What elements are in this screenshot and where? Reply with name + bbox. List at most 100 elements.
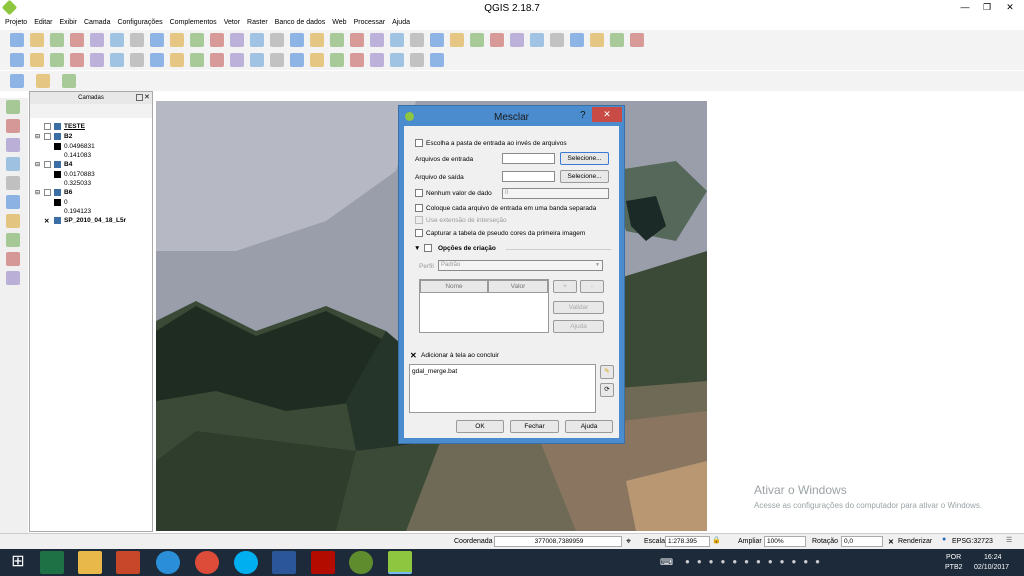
map-tool-icon[interactable] [550,33,564,47]
menu-editar[interactable]: Editar [34,19,52,26]
tray-icons[interactable]: ●●●●●●●●●●●● [685,557,827,566]
add-layer-icon[interactable] [6,138,20,152]
folder-input-checkbox[interactable] [415,139,423,147]
edit-tool-icon[interactable] [190,53,204,67]
add-layer-icon[interactable] [6,119,20,133]
plugin-tool-icon[interactable] [62,74,76,88]
edit-tool-icon[interactable] [210,53,224,67]
layer-name-teste[interactable]: TESTE [64,123,85,130]
add-layer-icon[interactable] [6,233,20,247]
output-file-field[interactable] [502,171,555,182]
expand-icon[interactable]: ⊟ [35,161,40,168]
map-tool-icon[interactable] [490,33,504,47]
excel-icon[interactable] [40,551,64,574]
menu-complementos[interactable]: Complementos [170,19,217,26]
lock-icon[interactable]: 🔒 [712,536,721,544]
map-tool-icon[interactable] [250,33,264,47]
clock-time[interactable]: 16:24 [984,554,1002,561]
layer-name-b6[interactable]: B6 [64,189,72,196]
menu-projeto[interactable]: Projeto [5,19,27,26]
edit-tool-icon[interactable] [290,53,304,67]
map-tool-icon[interactable] [530,33,544,47]
map-tool-icon[interactable] [150,33,164,47]
layer-checked-mark[interactable]: ✕ [44,217,49,225]
map-tool-icon[interactable] [30,33,44,47]
start-windows-icon[interactable]: ⊞ [6,551,30,574]
coordinate-toggle-icon[interactable]: ⌖ [626,536,631,547]
render-check[interactable]: ✕ [888,538,894,546]
ok-button[interactable]: OK [456,420,504,433]
chrome-icon[interactable] [195,551,219,574]
map-tool-icon[interactable] [430,33,444,47]
output-select-button[interactable]: Selecione... [560,170,609,183]
nodata-checkbox[interactable] [415,189,423,197]
close-dialog-button[interactable]: Fechar [510,420,559,433]
map-tool-icon[interactable] [350,33,364,47]
add-to-canvas-check[interactable]: ✕ [410,351,417,360]
edit-tool-icon[interactable] [130,53,144,67]
edit-tool-icon[interactable] [70,53,84,67]
expand-icon[interactable]: ⊟ [35,189,40,196]
map-tool-icon[interactable] [630,33,644,47]
menu-raster[interactable]: Raster [247,19,268,26]
crs-globe-icon[interactable]: ● [942,536,946,543]
input-select-button[interactable]: Selecione... [560,152,609,165]
menu-configuracoes[interactable]: Configurações [117,19,162,26]
skype-icon[interactable] [234,551,258,574]
edit-tool-icon[interactable] [250,53,264,67]
map-tool-icon[interactable] [70,33,84,47]
edit-tool-icon[interactable] [170,53,184,67]
menu-ajuda[interactable]: Ajuda [392,19,410,26]
creation-options-checkbox[interactable] [424,244,432,252]
menu-processar[interactable]: Processar [354,19,386,26]
edit-command-button[interactable]: ✎ [600,365,614,379]
map-tool-icon[interactable] [270,33,284,47]
acrobat-icon[interactable] [311,551,335,574]
input-files-field[interactable] [502,153,555,164]
edit-tool-icon[interactable] [410,53,424,67]
layer-name-b2[interactable]: B2 [64,133,72,140]
map-tool-icon[interactable] [310,33,324,47]
edit-tool-icon[interactable] [110,53,124,67]
minimize-button[interactable]: — [954,0,976,14]
plugin-tool-icon[interactable] [36,74,50,88]
plugin-tool-icon[interactable] [10,74,24,88]
edit-tool-icon[interactable] [270,53,284,67]
dialog-close-button[interactable]: ✕ [592,107,622,122]
internet-explorer-icon[interactable] [156,551,180,574]
map-tool-icon[interactable] [330,33,344,47]
separate-bands-checkbox[interactable] [415,204,423,212]
edit-tool-icon[interactable] [50,53,64,67]
add-layer-icon[interactable] [6,252,20,266]
add-layer-icon[interactable] [6,195,20,209]
map-tool-icon[interactable] [510,33,524,47]
menu-web[interactable]: Web [332,19,346,26]
edit-tool-icon[interactable] [350,53,364,67]
add-layer-icon[interactable] [6,157,20,171]
nodata-spinbox[interactable]: 0 [502,188,609,199]
reset-command-button[interactable]: ⟳ [600,383,614,397]
edit-tool-icon[interactable] [30,53,44,67]
edit-tool-icon[interactable] [430,53,444,67]
file-explorer-icon[interactable] [78,551,102,574]
collapse-arrow-icon[interactable]: ▼ [414,245,420,252]
map-tool-icon[interactable] [50,33,64,47]
map-tool-icon[interactable] [190,33,204,47]
menu-camada[interactable]: Camada [84,19,110,26]
add-layer-icon[interactable] [6,176,20,190]
scale-field[interactable]: 1:278.395 [665,536,710,547]
edit-tool-icon[interactable] [90,53,104,67]
layer-checkbox[interactable] [44,123,51,130]
edit-tool-icon[interactable] [230,53,244,67]
menu-vetor[interactable]: Vetor [224,19,240,26]
map-tool-icon[interactable] [130,33,144,47]
map-tool-icon[interactable] [170,33,184,47]
messages-icon[interactable]: ☰ [1006,536,1012,544]
add-layer-icon[interactable] [6,271,20,285]
layer-name-b4[interactable]: B4 [64,161,72,168]
edit-tool-icon[interactable] [10,53,24,67]
crs-label[interactable]: EPSG:32723 [952,538,993,545]
zoom-field[interactable]: 100% [764,536,806,547]
add-layer-icon[interactable] [6,214,20,228]
help-dialog-button[interactable]: Ajuda [565,420,613,433]
